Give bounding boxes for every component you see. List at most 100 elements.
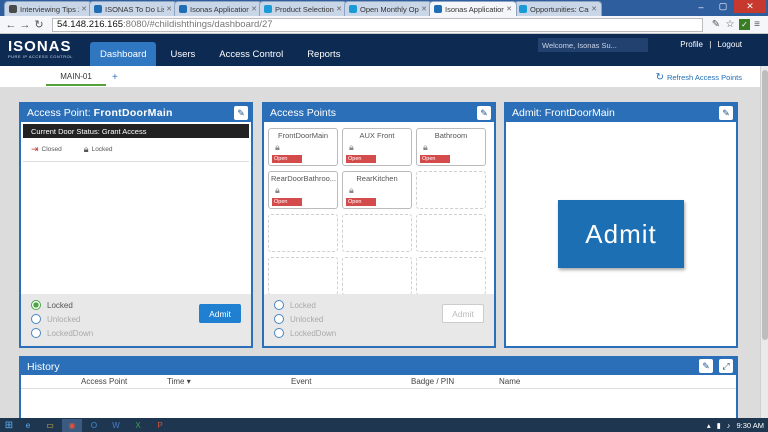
isonas-logo[interactable]: ISONAS PURE IP ACCESS CONTROL bbox=[8, 38, 73, 59]
volume-icon[interactable]: ♪ bbox=[727, 421, 731, 430]
nav-access-control[interactable]: Access Control bbox=[209, 42, 293, 66]
edit-icon[interactable]: ✎ bbox=[719, 106, 733, 120]
tab-label: Isonas Application bbox=[190, 4, 250, 14]
explorer-icon[interactable]: ▭ bbox=[40, 419, 60, 432]
admit-button[interactable]: Admit bbox=[199, 304, 241, 323]
nav-reports[interactable]: Reports bbox=[297, 42, 350, 66]
tab-label: Interviewing Tips 2 bbox=[20, 4, 80, 14]
ie-icon[interactable]: e bbox=[18, 419, 38, 432]
link-separator: | bbox=[709, 40, 712, 49]
clock[interactable]: 9:30 AM bbox=[736, 421, 764, 430]
url-input[interactable]: 54.148.216.165 :8080/#childishthings/das… bbox=[52, 17, 703, 32]
radio-dot bbox=[31, 314, 41, 324]
system-tray: ▴ ▮ ♪ 9:30 AM bbox=[701, 418, 764, 432]
edit-icon[interactable]: ✎ bbox=[477, 106, 491, 120]
radio-lockeddown[interactable]: LockedDown bbox=[274, 326, 484, 340]
refresh-label: Refresh Access Points bbox=[666, 73, 742, 82]
big-admit-button[interactable]: Admit bbox=[558, 200, 684, 268]
tab-close-icon[interactable]: ✕ bbox=[336, 5, 342, 13]
add-tab-button[interactable]: + bbox=[112, 72, 118, 83]
tab-favicon-icon bbox=[519, 5, 527, 13]
app-header: ISONAS PURE IP ACCESS CONTROL Dashboard … bbox=[0, 34, 768, 66]
edit-icon[interactable]: ✎ bbox=[699, 359, 713, 373]
refresh-access-points-link[interactable]: ↻ Refresh Access Points bbox=[656, 72, 742, 83]
logout-link[interactable]: Logout bbox=[718, 40, 742, 49]
panel-header: Access Point: FrontDoorMain ✎ bbox=[21, 104, 251, 122]
tab-close-icon[interactable]: ✕ bbox=[81, 5, 87, 13]
nav-users[interactable]: Users bbox=[160, 42, 205, 66]
tab-label: Open Monthly Op bbox=[360, 4, 419, 14]
empty-tile-slot bbox=[416, 257, 486, 295]
access-point-tile[interactable]: AUX Front 🔒︎ Open bbox=[342, 128, 412, 166]
col-name[interactable]: Name bbox=[499, 377, 520, 386]
admit-button-disabled[interactable]: Admit bbox=[442, 304, 484, 323]
profile-link[interactable]: Profile bbox=[680, 40, 703, 49]
excel-icon[interactable]: X bbox=[128, 419, 148, 432]
access-point-tile[interactable]: RearDoorBathroo... 🔒︎ Open bbox=[268, 171, 338, 209]
browser-tab-strip: Interviewing Tips 2 ✕ ISONAS To Do List ✕ Is… bbox=[0, 0, 768, 16]
powerpoint-icon[interactable]: P bbox=[150, 419, 170, 432]
browser-tab[interactable]: Isonas Application ✕ bbox=[174, 1, 262, 16]
access-point-tile[interactable]: RearKitchen 🔒︎ Open bbox=[342, 171, 412, 209]
expand-icon[interactable]: ⤢ bbox=[719, 359, 733, 373]
tray-arrow-icon[interactable]: ▴ bbox=[707, 421, 711, 430]
tab-label: Isonas Application bbox=[445, 4, 505, 14]
logo-text: ISONAS bbox=[8, 38, 72, 55]
tab-close-icon[interactable]: ✕ bbox=[591, 5, 597, 13]
wrench-icon[interactable]: ✎ bbox=[709, 19, 723, 30]
word-icon[interactable]: W bbox=[106, 419, 126, 432]
tab-close-icon[interactable]: ✕ bbox=[421, 5, 427, 13]
panel-title: Access Points bbox=[270, 107, 336, 119]
panel-title-name: FrontDoorMain bbox=[544, 107, 615, 119]
browser-tab[interactable]: Product Selection ✕ bbox=[259, 1, 347, 16]
start-icon[interactable]: ⊞ bbox=[0, 418, 18, 432]
panel-title-name: FrontDoorMain bbox=[93, 107, 173, 119]
empty-tile-slot bbox=[416, 171, 486, 209]
access-point-tile[interactable]: FrontDoorMain 🔒︎ Open bbox=[268, 128, 338, 166]
tab-close-icon[interactable]: ✕ bbox=[506, 5, 512, 13]
panel-header: History ✎ ⤢ bbox=[21, 358, 736, 375]
forward-icon[interactable]: → bbox=[18, 19, 32, 31]
legend-closed-label: Closed bbox=[41, 146, 62, 153]
maximize-icon[interactable]: ▢ bbox=[712, 0, 734, 13]
tab-main-01[interactable]: MAIN-01 bbox=[46, 72, 106, 86]
tab-close-icon[interactable]: ✕ bbox=[251, 5, 257, 13]
access-point-tile[interactable]: Bathroom 🔒︎ Open bbox=[416, 128, 486, 166]
panel-footer: Locked Unlocked LockedDown Admit bbox=[21, 294, 251, 346]
edit-icon[interactable]: ✎ bbox=[234, 106, 248, 120]
network-icon[interactable]: ▮ bbox=[717, 421, 721, 430]
empty-tile-slot bbox=[268, 257, 338, 295]
minimize-icon[interactable]: – bbox=[690, 0, 712, 13]
outlook-icon[interactable]: O bbox=[84, 419, 104, 432]
radio-lockeddown[interactable]: LockedDown bbox=[31, 326, 241, 340]
tab-favicon-icon bbox=[9, 5, 17, 13]
reload-icon[interactable]: ↻ bbox=[32, 18, 46, 31]
menu-icon[interactable]: ≡ bbox=[750, 19, 764, 30]
col-badge-pin[interactable]: Badge / PIN bbox=[411, 377, 454, 386]
scrollbar-thumb[interactable] bbox=[762, 70, 768, 340]
panel-title: History bbox=[27, 360, 60, 373]
tile-name: FrontDoorMain bbox=[277, 131, 329, 140]
browser-tab[interactable]: Interviewing Tips 2 ✕ bbox=[4, 1, 92, 16]
browser-tab[interactable]: ISONAS To Do List ✕ bbox=[89, 1, 177, 16]
col-time[interactable]: Time ▾ bbox=[167, 377, 191, 386]
close-icon[interactable]: ✕ bbox=[734, 0, 766, 13]
page-scrollbar[interactable] bbox=[760, 66, 768, 418]
col-event[interactable]: Event bbox=[291, 377, 311, 386]
lock-icon: 🔒︎ bbox=[349, 142, 354, 152]
back-icon[interactable]: ← bbox=[4, 19, 18, 31]
logo-tagline: PURE IP ACCESS CONTROL bbox=[8, 54, 73, 59]
tab-close-icon[interactable]: ✕ bbox=[166, 5, 172, 13]
browser-tab[interactable]: Open Monthly Op ✕ bbox=[344, 1, 432, 16]
chrome-icon[interactable]: ◉ bbox=[62, 418, 82, 432]
browser-tab[interactable]: Isonas Application ✕ bbox=[429, 1, 517, 16]
open-badge: Open bbox=[346, 155, 376, 163]
lock-icon: 🔒︎ bbox=[349, 185, 354, 195]
star-icon[interactable]: ☆ bbox=[723, 19, 737, 30]
door-status: Current Door Status: Grant Access bbox=[23, 124, 249, 138]
extension-icon[interactable]: ✓ bbox=[739, 19, 750, 30]
col-access-point[interactable]: Access Point bbox=[81, 377, 127, 386]
nav-dashboard[interactable]: Dashboard bbox=[90, 42, 157, 66]
browser-tab[interactable]: Opportunities: Car ✕ bbox=[514, 1, 602, 16]
main-nav: Dashboard Users Access Control Reports bbox=[90, 42, 354, 66]
